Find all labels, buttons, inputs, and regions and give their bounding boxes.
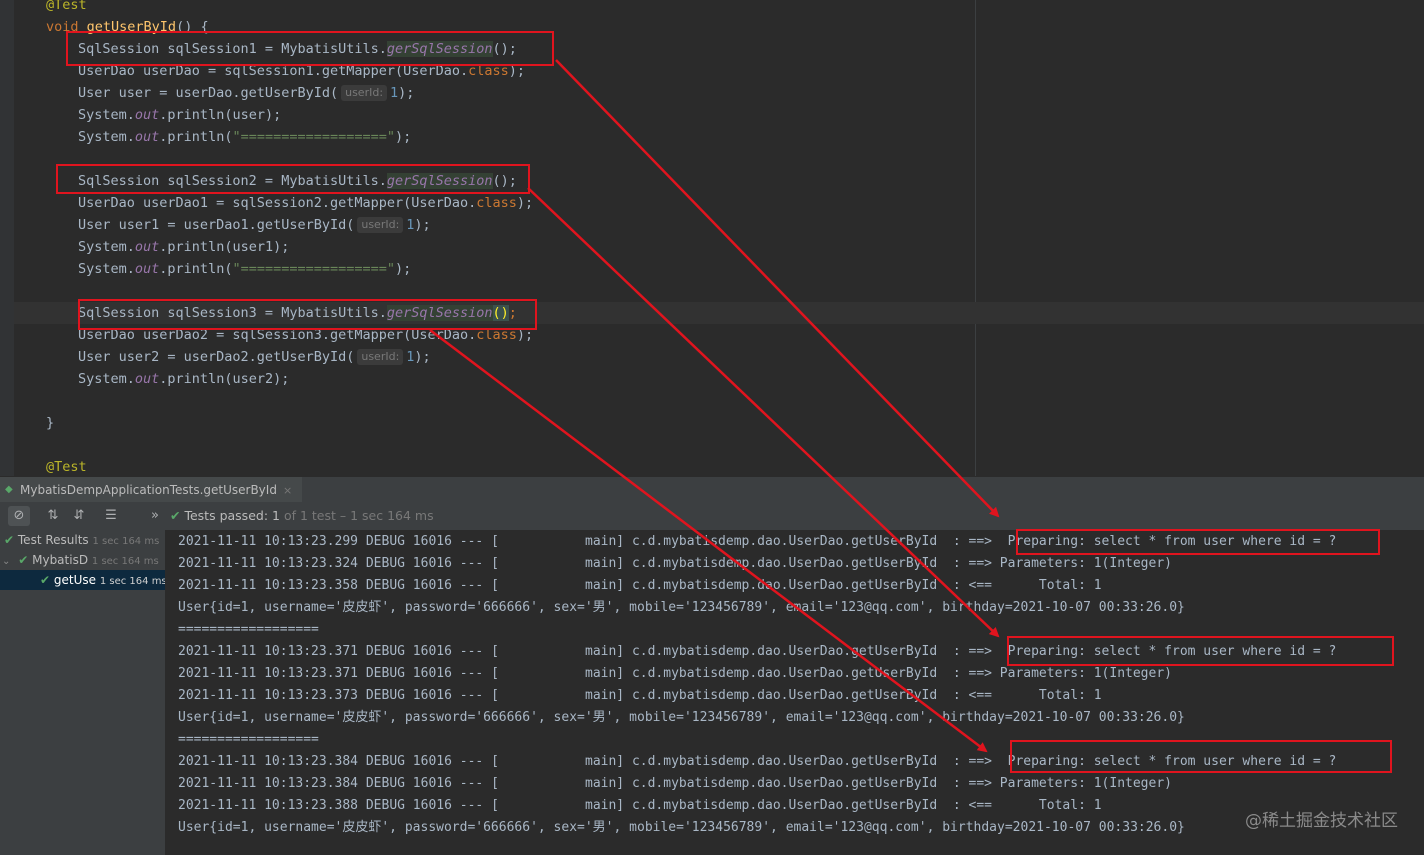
arrow-session1	[555, 59, 1000, 518]
annotation-arrows	[429, 59, 1000, 753]
arrow-session3	[429, 329, 988, 753]
arrow-session2	[527, 187, 1000, 638]
watermark: @稀土掘金技术社区	[1245, 811, 1398, 831]
